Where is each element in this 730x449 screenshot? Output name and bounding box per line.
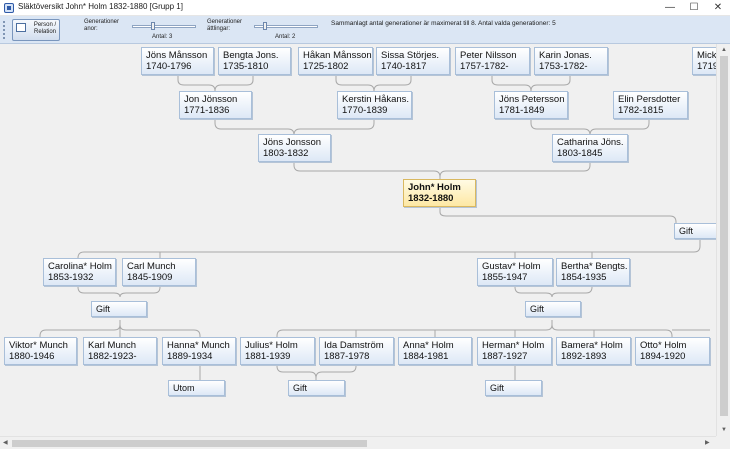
person-box[interactable]: Bengta Jons. 1735-1810 [218,47,291,75]
person-box[interactable]: Carolina* Holm 1853-1932 [43,258,116,286]
person-relation-label: Person / Relation [33,22,57,35]
scroll-up-icon[interactable]: ▲ [721,46,727,54]
person-box[interactable]: Carl Munch 1845-1909 [122,258,196,286]
person-box[interactable]: Sissa Störjes. 1740-1817 [376,47,450,75]
person-box[interactable]: Elin Persdotter 1782-1815 [613,91,688,119]
vertical-scrollbar[interactable]: ▲ ▼ [716,44,730,436]
relation-gift-box[interactable]: Gift [485,380,542,396]
person-box[interactable]: Karin Jonas. 1753-1782- [534,47,608,75]
relation-utom-box[interactable]: Utom [168,380,225,396]
family-tree-canvas[interactable]: Jöns Månsson 1740-1796 Bengta Jons. 1735-1… [0,44,716,436]
gen-ancestors-slider[interactable] [132,25,196,28]
gen-descendants-label: Generationer ättlingar: [207,19,243,32]
generations-info-text: Sammanlagt antal generationer är maximer… [331,20,556,27]
relation-gift-box[interactable]: Gift [91,301,147,317]
minimize-button[interactable]: — [658,0,682,16]
person-box[interactable]: Micke1719 [692,47,716,75]
person-box[interactable]: Gustav* Holm 1855-1947 [477,258,553,286]
person-box[interactable]: Hanna* Munch 1889-1934 [162,337,236,365]
person-box[interactable]: Jöns Jonsson 1803-1832 [258,134,331,162]
person-box[interactable]: Karl Munch 1882-1923- [83,337,157,365]
person-box[interactable]: Viktor* Munch 1880-1946 [4,337,77,365]
person-relation-button[interactable]: Person / Relation [12,19,60,41]
focus-person-box[interactable]: John* Holm 1832-1880 [403,179,476,207]
maximize-button[interactable]: ☐ [682,0,706,16]
person-box[interactable]: Bamera* Holm 1892-1893 [556,337,631,365]
person-box[interactable]: Ida Damström 1887-1978 [319,337,394,365]
toolbar-grip-icon[interactable] [3,21,5,39]
gen-descendants-slider-thumb[interactable] [263,22,267,30]
person-box[interactable]: Jöns Petersson 1781-1849 [494,91,568,119]
scroll-left-icon[interactable]: ◀ [3,439,8,447]
person-box[interactable]: Julius* Holm 1881-1939 [240,337,315,365]
gen-ancestors-count: Antal: 3 [152,34,173,40]
person-box[interactable]: Jon Jönsson 1771-1836 [179,91,252,119]
person-card-icon [16,23,26,32]
scroll-right-icon[interactable]: ▶ [705,439,710,447]
horizontal-scrollbar[interactable]: ◀ ▶ [0,436,716,449]
person-box[interactable]: Håkan Månsson 1725-1802 [298,47,373,75]
person-box[interactable]: Peter Nilsson 1757-1782- [455,47,530,75]
title-bar: Släktöversikt John* Holm 1832-1880 [Grup… [0,0,730,16]
person-box[interactable]: Anna* Holm 1884-1981 [398,337,472,365]
person-box[interactable]: Jöns Månsson 1740-1796 [141,47,214,75]
app-icon [4,3,14,13]
person-box[interactable]: Otto* Holm 1894-1920 [635,337,710,365]
horizontal-scroll-thumb[interactable] [12,440,367,447]
person-box[interactable]: Kerstin Håkans. 1770-1839 [337,91,412,119]
gen-ancestors-slider-thumb[interactable] [151,22,155,30]
scroll-down-icon[interactable]: ▼ [721,426,727,434]
relation-gift-box[interactable]: Gift [525,301,581,317]
close-button[interactable]: ✕ [706,0,730,16]
vertical-scroll-thumb[interactable] [720,56,728,416]
person-box[interactable]: Bertha* Bengts. 1854-1935 [556,258,630,286]
relation-gift-box[interactable]: Gift [674,223,716,239]
relation-gift-box[interactable]: Gift [288,380,345,396]
person-box[interactable]: Catharina Jöns. 1803-1845 [552,134,628,162]
scrollbar-corner [716,436,730,449]
toolbar: Person / Relation Generationer anor: Ant… [0,16,730,44]
person-box[interactable]: Herman* Holm 1887-1927 [477,337,552,365]
window-title: Släktöversikt John* Holm 1832-1880 [Grup… [18,2,183,11]
gen-ancestors-label: Generationer anor: [84,19,120,32]
gen-descendants-count: Antal: 2 [275,34,296,40]
